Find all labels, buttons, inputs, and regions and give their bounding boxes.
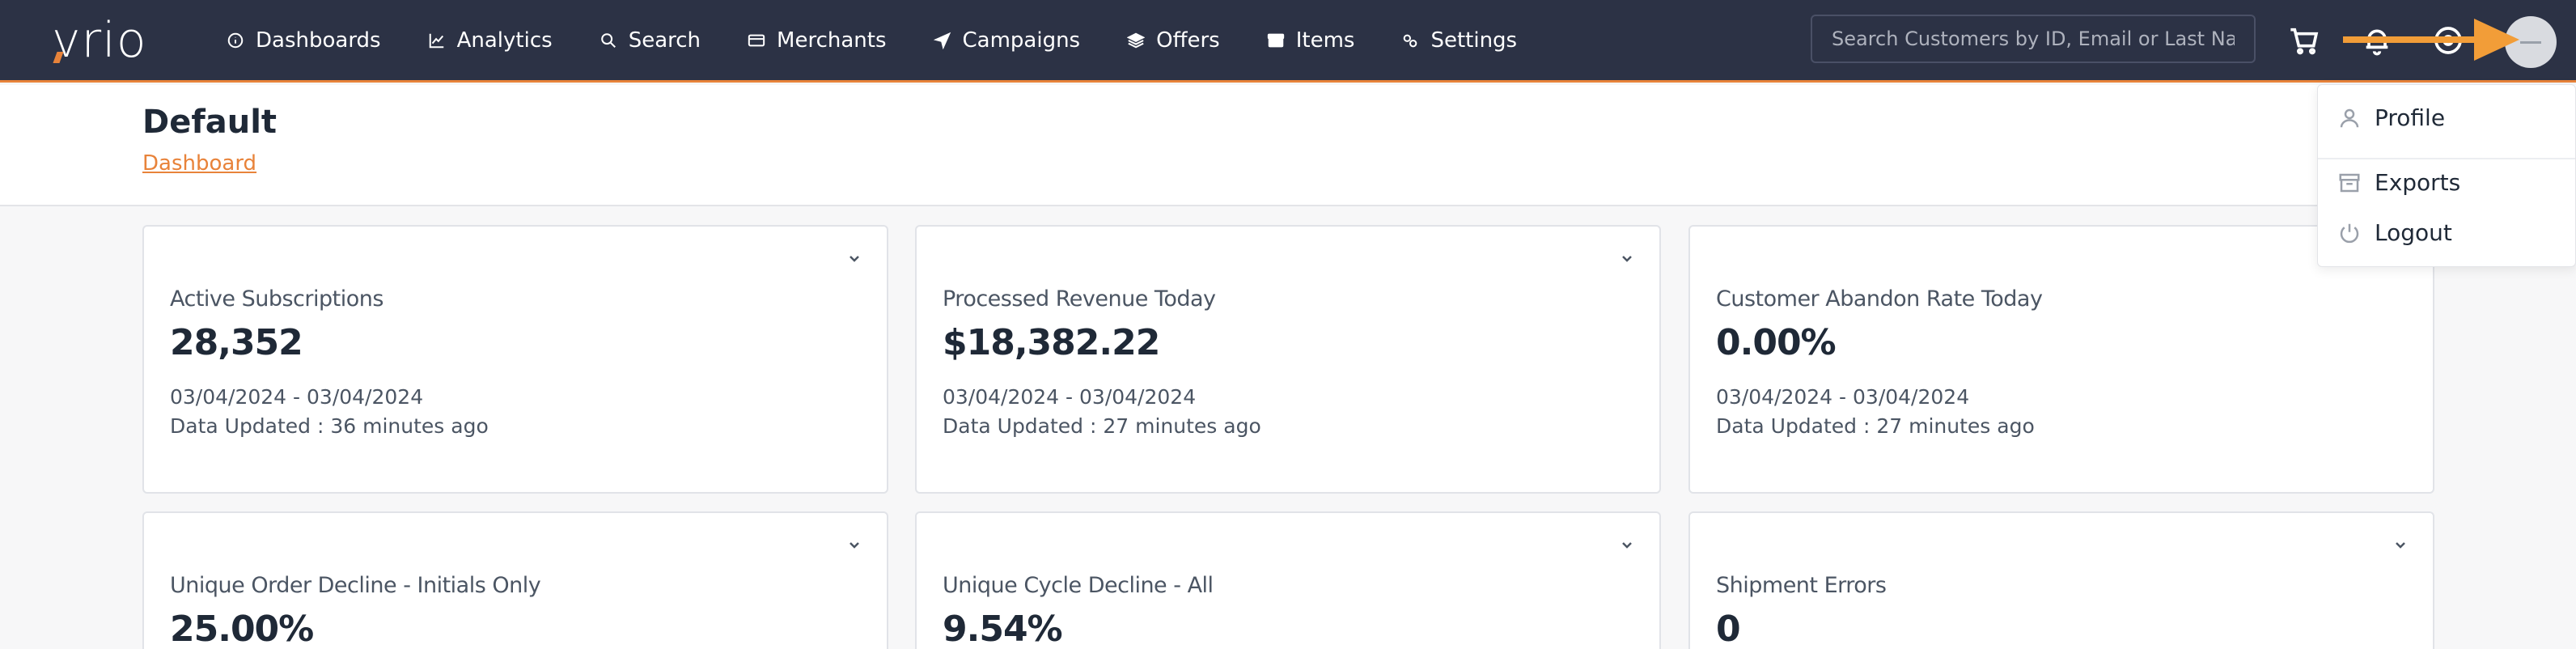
menu-item-analytics[interactable]: Analytics (428, 28, 553, 53)
menu-label: Merchants (777, 28, 887, 53)
card-updated-text: Data Updated : 27 minutes ago (1716, 414, 2035, 438)
top-nav: vrio Dashboards Analytics Search Merchan… (0, 0, 2576, 83)
menu-item-offers[interactable]: Offers (1127, 28, 1220, 53)
menu-item-items[interactable]: Items (1267, 28, 1355, 53)
menu-label: Settings (1430, 28, 1518, 53)
main-menu: Dashboards Analytics Search Merchants Ca… (227, 0, 1564, 81)
chevron-down-icon[interactable] (846, 537, 862, 554)
card-value: 0 (1716, 609, 1741, 649)
menu-item-logout[interactable]: Logout (2337, 219, 2452, 246)
menu-item-profile[interactable]: Profile (2337, 104, 2445, 131)
search-icon (600, 33, 616, 48)
box-icon (1267, 33, 1284, 48)
menu-divider (2318, 158, 2575, 159)
vrio-logo[interactable]: vrio (52, 16, 181, 65)
page-header (0, 85, 2576, 206)
line-chart-icon (429, 33, 443, 49)
card-date-range: 03/04/2024 - 03/04/2024 (170, 385, 424, 409)
card-date-range: 03/04/2024 - 03/04/2024 (1716, 385, 1970, 409)
metric-card-unique-cycle-decline: Unique Cycle Decline - All 9.54% (915, 511, 1661, 649)
metric-card-processed-revenue: Processed Revenue Today $18,382.22 03/04… (915, 225, 1661, 494)
annotation-arrow-avatar (2343, 36, 2481, 43)
card-updated-text: Data Updated : 27 minutes ago (943, 414, 1261, 438)
menu-label: Items (1295, 28, 1355, 53)
menu-label: Offers (1156, 28, 1220, 53)
user-icon (2340, 108, 2359, 127)
breadcrumb-dashboard[interactable]: Dashboard (142, 151, 256, 176)
card-title: Shipment Errors (1716, 573, 1887, 598)
card-value: 25.00% (170, 609, 314, 649)
archive-icon (2339, 173, 2360, 192)
logo-text: vrio (52, 12, 147, 69)
chevron-down-icon[interactable] (2392, 537, 2409, 554)
menu-item-exports[interactable]: Exports (2337, 169, 2460, 196)
metric-card-shipment-errors: Shipment Errors 0 (1688, 511, 2434, 649)
card-value: 9.54% (943, 609, 1063, 649)
menu-label: Dashboards (256, 28, 381, 53)
card-title: Customer Abandon Rate Today (1716, 286, 2043, 312)
annotation-arrowhead-avatar (2474, 19, 2519, 61)
card-title: Processed Revenue Today (943, 286, 1216, 312)
card-title: Active Subscriptions (170, 286, 383, 312)
chevron-down-icon[interactable] (1619, 537, 1635, 554)
card-title: Unique Cycle Decline - All (943, 573, 1214, 598)
credit-card-icon (748, 34, 765, 47)
chevron-down-icon[interactable] (846, 251, 862, 267)
menu-item-merchants[interactable]: Merchants (748, 28, 887, 53)
menu-item-label: Exports (2375, 169, 2461, 196)
gears-icon (1404, 34, 1417, 48)
menu-item-dashboards[interactable]: Dashboards (227, 28, 381, 53)
card-value: 28,352 (170, 322, 303, 363)
profile-dropdown: Profile Exports Logout (2317, 84, 2576, 267)
menu-item-settings[interactable]: Settings (1401, 28, 1517, 53)
chevron-down-icon[interactable] (1619, 251, 1635, 267)
avatar-placeholder (2520, 40, 2541, 44)
menu-item-search[interactable]: Search (600, 28, 701, 53)
cart-icon[interactable] (2288, 24, 2320, 57)
customer-search-input[interactable] (1811, 15, 2256, 63)
card-title: Unique Order Decline - Initials Only (170, 573, 541, 598)
page-title: Default (142, 104, 278, 141)
metric-card-unique-order-decline: Unique Order Decline - Initials Only 25.… (142, 511, 888, 649)
info-circle-icon (227, 32, 244, 49)
menu-label: Campaigns (962, 28, 1081, 53)
menu-item-label: Logout (2375, 219, 2452, 246)
send-icon (933, 32, 951, 49)
metric-card-active-subscriptions: Active Subscriptions 28,352 03/04/2024 -… (142, 225, 888, 494)
card-date-range: 03/04/2024 - 03/04/2024 (943, 385, 1197, 409)
menu-item-campaigns[interactable]: Campaigns (933, 28, 1081, 53)
menu-item-label: Profile (2375, 104, 2446, 131)
layers-icon (1127, 32, 1146, 49)
menu-label: Analytics (456, 28, 553, 53)
card-updated-text: Data Updated : 36 minutes ago (170, 414, 489, 438)
menu-label: Search (628, 28, 701, 53)
card-value: $18,382.22 (943, 322, 1160, 363)
power-icon (2340, 223, 2359, 243)
card-value: 0.00% (1716, 322, 1837, 363)
